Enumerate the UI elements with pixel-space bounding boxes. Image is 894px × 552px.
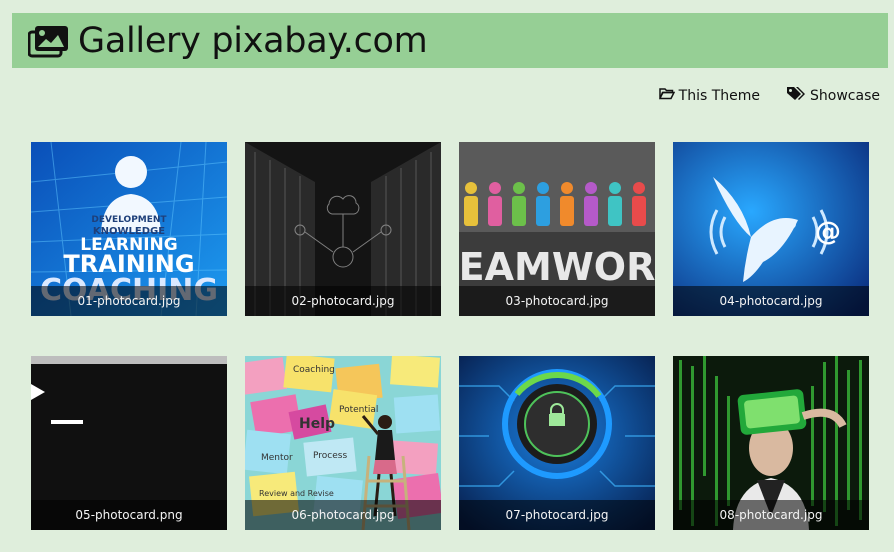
folder-open-icon [658,87,675,104]
tags-icon [786,86,806,105]
svg-text:DEVELOPMENT: DEVELOPMENT [91,215,167,225]
svg-text:Help: Help [299,416,335,432]
this-theme-label: This Theme [678,87,761,104]
this-theme-link[interactable]: This Theme [658,86,761,105]
photo-caption: 06-photocard.jpg [245,500,441,530]
svg-text:@: @ [815,217,841,247]
photo-caption: 07-photocard.jpg [459,500,655,530]
page-header: Gallery pixabay.com [12,13,888,68]
svg-text:EAMWOR: EAMWOR [459,245,655,289]
photo-gallery: DEVELOPMENT KNOWLEDGE LEARNING TRAINING … [31,142,869,530]
photo-caption: 03-photocard.jpg [459,286,655,316]
gallery-card[interactable]: EAMWOR 03-photocard.jpg [459,142,655,316]
top-links: This Theme Showcase [658,86,880,105]
photo-caption: 04-photocard.jpg [673,286,869,316]
page-title: Gallery pixabay.com [78,20,428,61]
gallery-card[interactable]: 08-photocard.jpg [673,356,869,530]
gallery-card[interactable]: 05-photocard.png [31,356,227,530]
svg-text:Potential: Potential [339,405,378,415]
gallery-card[interactable]: Coaching Potential Mentor Process Review… [245,356,441,530]
gallery-card[interactable]: @ 04-photocard.jpg [673,142,869,316]
photo-caption: 05-photocard.png [31,500,227,530]
images-icon [28,24,70,58]
svg-text:Process: Process [313,451,347,461]
svg-text:Review and Revise: Review and Revise [259,489,334,498]
svg-text:Coaching: Coaching [293,365,335,375]
photo-caption: 08-photocard.jpg [673,500,869,530]
svg-text:Mentor: Mentor [261,453,293,463]
showcase-link[interactable]: Showcase [786,86,880,105]
photo-caption: 02-photocard.jpg [245,286,441,316]
gallery-card[interactable]: DEVELOPMENT KNOWLEDGE LEARNING TRAINING … [31,142,227,316]
gallery-card[interactable]: 02-photocard.jpg [245,142,441,316]
gallery-card[interactable]: 07-photocard.jpg [459,356,655,530]
photo-caption: 01-photocard.jpg [31,286,227,316]
showcase-label: Showcase [810,87,880,104]
